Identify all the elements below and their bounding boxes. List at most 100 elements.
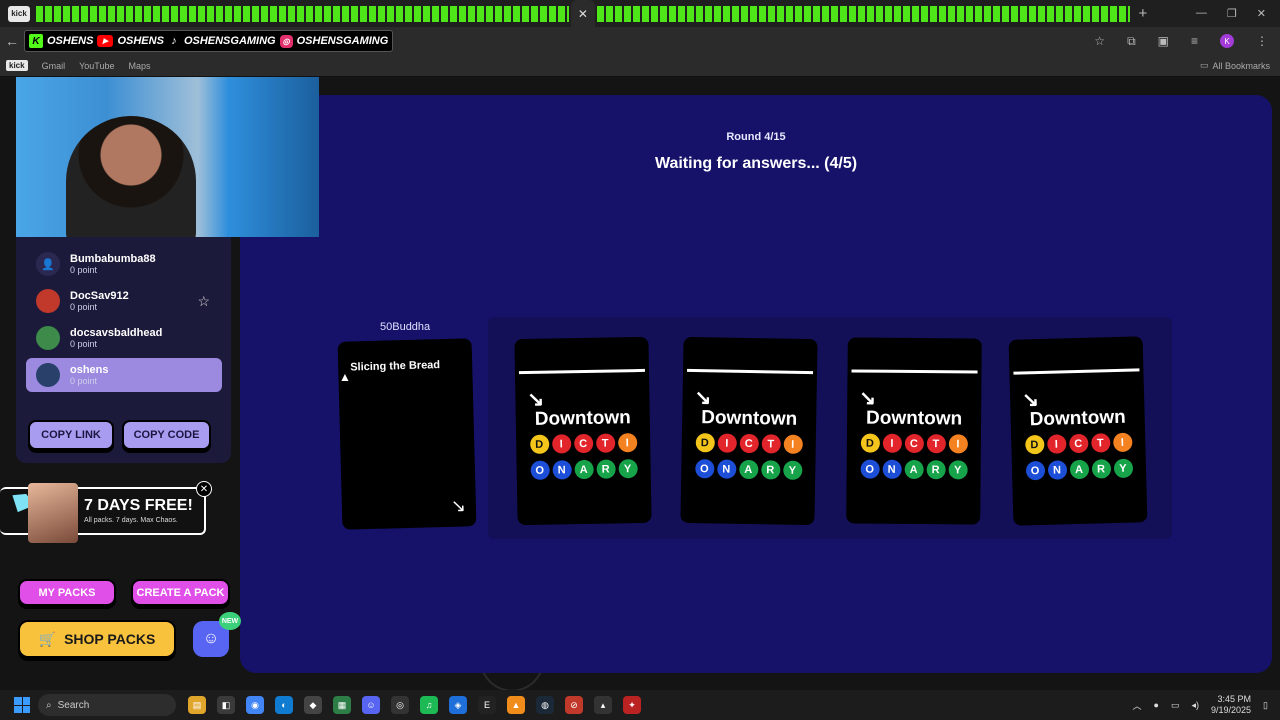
all-bookmarks-label: All Bookmarks (1212, 60, 1270, 71)
bookmark-youtube[interactable]: YouTube (79, 61, 114, 71)
folder-icon: ▭ (1199, 60, 1209, 70)
app-blue-icon[interactable]: ◈ (449, 696, 467, 714)
spotify-icon[interactable]: ♫ (420, 696, 438, 714)
file-explorer-icon[interactable]: ▤ (188, 696, 206, 714)
player-points: 0 point (70, 376, 98, 386)
bookmark-kick[interactable]: kick (6, 60, 28, 71)
mouse-cursor: ▲ (339, 370, 351, 384)
maximize-icon[interactable]: ❐ (1227, 7, 1237, 20)
clock-date: 9/19/2025 (1211, 705, 1252, 715)
profile-avatar[interactable]: K (1220, 34, 1234, 48)
app-red-icon[interactable]: ⊘ (565, 696, 583, 714)
card-divider (687, 368, 814, 375)
app-dark-icon[interactable]: ▴ (594, 696, 612, 714)
letter-dot: I (948, 434, 968, 454)
player-row[interactable]: 👤 Bumbabumba88 0 point (26, 247, 222, 281)
tab-list-right[interactable] (596, 5, 1130, 22)
status-heading: Waiting for answers... (4/5) (654, 155, 858, 172)
instagram-icon: ◎ (279, 34, 293, 48)
player-row[interactable]: docsavsbaldhead 0 point (26, 321, 222, 355)
card-divider (518, 368, 645, 375)
letter-row: ONARY (847, 459, 981, 480)
player-text: oshens 0 point (70, 364, 109, 386)
letter-dot: I (717, 433, 737, 453)
clock-time: 3:45 PM (1217, 694, 1252, 704)
player-row[interactable]: oshens 0 point (26, 358, 222, 392)
promo-subtitle: All packs. 7 days. Max Chaos. (84, 517, 178, 524)
cart-icon: 🛒 (38, 630, 57, 647)
star-icon[interactable]: ☆ (197, 293, 210, 310)
sidepanel-icon[interactable]: ▣ (1158, 34, 1169, 48)
answer-card[interactable]: ↘ Downtown D I C T I O N A R Y (846, 337, 982, 525)
letter-row: ONARY (681, 459, 815, 480)
network-icon[interactable]: ▭ (1171, 700, 1180, 711)
answer-card[interactable]: ↘ Downtown D I C T I O N A R Y (1008, 336, 1148, 526)
windows-start-icon[interactable] (14, 697, 30, 713)
close-icon[interactable]: ✕ (196, 481, 212, 497)
minimize-icon[interactable]: — (1196, 7, 1207, 20)
player-points: 0 point (70, 339, 98, 349)
letter-row: DICTI (516, 433, 650, 454)
discord-taskbar-icon[interactable]: ☺ (362, 696, 380, 714)
letter-row: ONARY (517, 459, 651, 480)
menu-icon[interactable]: ⋮ (1256, 34, 1268, 48)
create-pack-button[interactable]: CREATE A PACK (131, 579, 230, 606)
bookmark-maps[interactable]: Maps (128, 61, 150, 71)
letter-dot: D (529, 434, 549, 454)
app-icon[interactable]: ◆ (304, 696, 322, 714)
answer-card[interactable]: ↘ Downtown D I C T I O N A R Y (514, 336, 652, 526)
kick-icon: K (29, 34, 43, 48)
chrome-icon[interactable]: ◉ (246, 696, 264, 714)
kick-favicon[interactable]: kick (8, 5, 30, 22)
card-title: Downtown (866, 407, 963, 430)
window-controls: — ❐ ✕ (1196, 7, 1266, 20)
riot-icon[interactable]: ✦ (623, 696, 641, 714)
new-tab-icon[interactable]: + (1130, 5, 1156, 22)
steam-icon[interactable]: ◍ (536, 696, 554, 714)
letter-dot: C (739, 433, 759, 454)
player-text: DocSav912 0 point (70, 290, 129, 312)
letter-row: DICTI (847, 433, 981, 454)
player-row[interactable]: DocSav912 0 point ☆ (26, 284, 222, 318)
tab-list-left[interactable] (36, 5, 569, 22)
bookmark-star-icon[interactable]: ☆ (1094, 34, 1105, 48)
letter-dot: A (574, 459, 594, 480)
mic-icon[interactable]: ● (1154, 700, 1159, 710)
shop-packs-label: SHOP PACKS (64, 631, 156, 647)
my-packs-button[interactable]: MY PACKS (18, 579, 116, 606)
shop-packs-button[interactable]: 🛒 SHOP PACKS (18, 620, 176, 658)
app-green-icon[interactable]: ▦ (333, 696, 351, 714)
obs-icon[interactable]: ◎ (391, 696, 409, 714)
epic-icon[interactable]: E (478, 696, 496, 714)
socials-instagram-label: OSHENSGAMING (296, 35, 389, 47)
tray-chevron-icon[interactable]: ︿ (1133, 699, 1142, 712)
edge-icon[interactable]: ◐ (275, 696, 293, 714)
active-tab-close-icon[interactable]: ✕ (570, 0, 595, 27)
promo-banner[interactable]: 7 DAYS FREE! All packs. 7 days. Max Chao… (0, 481, 212, 543)
media-icon[interactable]: ≡ (1191, 34, 1198, 48)
answer-card[interactable]: ↘ Downtown D I C T I O N A R Y (680, 336, 818, 526)
player-text: docsavsbaldhead 0 point (70, 327, 162, 349)
back-arrow-icon[interactable]: ← (0, 33, 24, 49)
taskbar-search[interactable]: ⌕ Search (38, 694, 176, 716)
copy-link-button[interactable]: COPY LINK (28, 420, 114, 450)
bookmark-gmail[interactable]: Gmail (42, 61, 66, 71)
search-label: Search (57, 699, 90, 711)
store-icon[interactable]: ◧ (217, 696, 235, 714)
streamer-socials-bar: K OSHENS ▶ OSHENS ♪ OSHENSGAMING ◎ OSHEN… (24, 30, 394, 52)
tab-strip: ✕ + (36, 0, 1156, 27)
notifications-icon[interactable]: ▯ (1263, 700, 1268, 711)
discord-icon: ☺ (202, 630, 220, 647)
toolbar-actions: ☆ ⧉ ▣ ≡ K ⋮ (1094, 34, 1268, 49)
clock[interactable]: 3:45 PM 9/19/2025 (1211, 694, 1251, 716)
search-icon: ⌕ (46, 699, 52, 711)
copy-code-button[interactable]: COPY CODE (122, 420, 211, 450)
close-window-icon[interactable]: ✕ (1257, 7, 1266, 20)
volume-icon[interactable]: ◂) (1191, 700, 1199, 711)
webcam-overlay (16, 77, 319, 237)
app-orange-icon[interactable]: ▲ (507, 696, 525, 714)
letter-dot: O (860, 459, 880, 479)
letter-dot: R (926, 460, 946, 480)
all-bookmarks[interactable]: ▭ All Bookmarks (1200, 60, 1270, 71)
extensions-icon[interactable]: ⧉ (1127, 34, 1136, 49)
